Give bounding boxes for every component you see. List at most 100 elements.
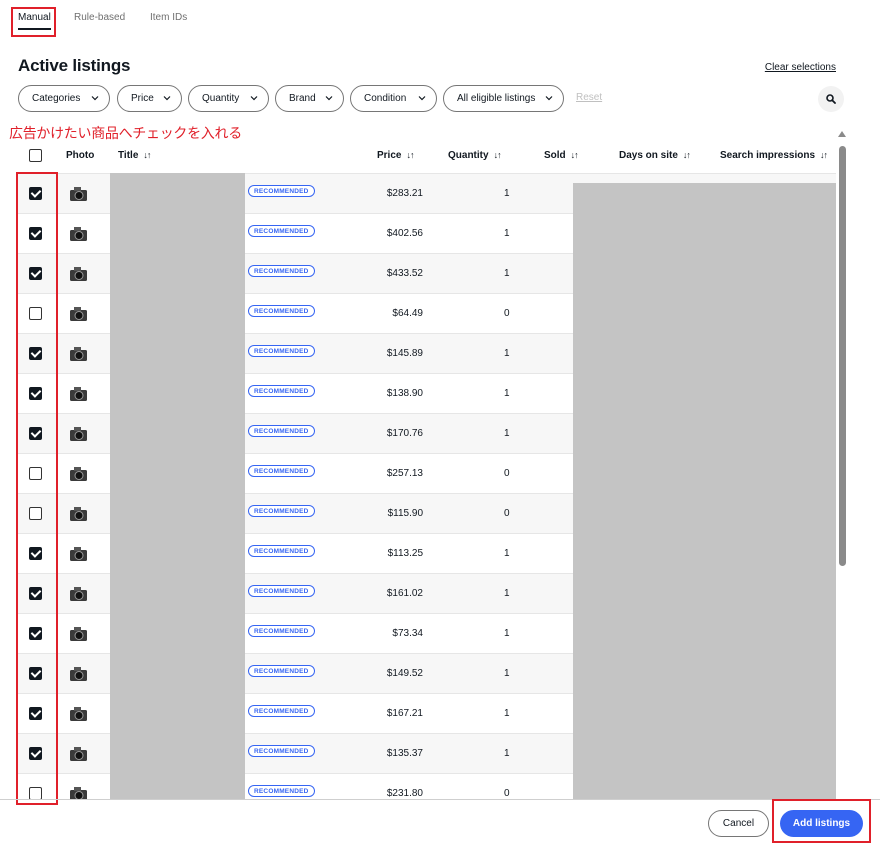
annotation-text: 広告かけたい商品へチェックを入れる (9, 126, 242, 142)
row-price: $433.52 (386, 268, 423, 279)
column-price-label: Price (377, 150, 402, 161)
row-checkbox[interactable] (29, 667, 42, 680)
recommended-badge: RECOMMENDED (248, 585, 315, 597)
select-all-checkbox[interactable] (29, 149, 42, 162)
camera-icon (70, 747, 87, 761)
row-price: $149.52 (386, 668, 423, 679)
row-checkbox[interactable] (29, 467, 42, 480)
tab-rule-based[interactable]: Rule-based (74, 12, 125, 23)
row-price: $73.34 (392, 628, 423, 639)
camera-icon (70, 187, 87, 201)
row-price: $231.80 (386, 788, 423, 799)
camera-icon (70, 507, 87, 521)
row-checkbox[interactable] (29, 267, 42, 280)
filter-categories[interactable]: Categories (18, 85, 110, 112)
recommended-badge: RECOMMENDED (248, 265, 315, 277)
filter-label: Categories (32, 93, 81, 104)
row-checkbox[interactable] (29, 227, 42, 240)
sort-icon: ↓↑ (493, 150, 502, 160)
recommended-badge: RECOMMENDED (248, 665, 315, 677)
row-quantity: 0 (504, 788, 510, 799)
recommended-badge: RECOMMENDED (248, 785, 315, 797)
row-checkbox[interactable] (29, 427, 42, 440)
row-checkbox[interactable] (29, 507, 42, 520)
chevron-down-icon (163, 96, 171, 101)
row-price: $135.37 (386, 748, 423, 759)
cancel-button[interactable]: Cancel (708, 810, 769, 837)
row-checkbox[interactable] (29, 187, 42, 200)
row-checkbox[interactable] (29, 747, 42, 760)
redacted-metrics-area (573, 183, 836, 800)
row-quantity: 1 (504, 748, 510, 759)
search-icon (826, 94, 836, 104)
filter-all-eligible-listings[interactable]: All eligible listings (443, 85, 564, 112)
recommended-badge: RECOMMENDED (248, 505, 315, 517)
filter-label: Quantity (202, 93, 240, 104)
camera-icon (70, 267, 87, 281)
column-days-on-site-label: Days on site (619, 150, 678, 161)
row-quantity: 1 (504, 428, 510, 439)
recommended-badge: RECOMMENDED (248, 745, 315, 757)
row-checkbox[interactable] (29, 307, 42, 320)
row-quantity: 1 (504, 708, 510, 719)
row-price: $402.56 (386, 228, 423, 239)
row-checkbox[interactable] (29, 347, 42, 360)
camera-icon (70, 547, 87, 561)
recommended-badge: RECOMMENDED (248, 465, 315, 477)
row-price: $145.89 (386, 348, 423, 359)
column-price[interactable]: Price ↓↑ (377, 150, 414, 161)
camera-icon (70, 627, 87, 641)
chevron-down-icon (91, 96, 99, 101)
table-header: Photo Title ↓↑ Price ↓↑ Quantity ↓↑ Sold ↓↑ … (18, 143, 836, 171)
chevron-down-icon (418, 96, 426, 101)
column-quantity[interactable]: Quantity ↓↑ (448, 150, 502, 161)
page-title: Active listings (18, 56, 131, 75)
filter-price[interactable]: Price (117, 85, 182, 112)
row-quantity: 1 (504, 388, 510, 399)
row-price: $161.02 (386, 588, 423, 599)
sort-icon: ↓↑ (406, 150, 414, 160)
row-checkbox[interactable] (29, 587, 42, 600)
tab-manual[interactable]: Manual (18, 12, 51, 23)
recommended-badge: RECOMMENDED (248, 345, 315, 357)
scroll-up-arrow[interactable] (838, 131, 846, 137)
column-title[interactable]: Title ↓↑ (118, 150, 151, 161)
tab-bar: Manual Rule-based Item IDs (0, 0, 880, 40)
recommended-badge: RECOMMENDED (248, 545, 315, 557)
row-quantity: 1 (504, 228, 510, 239)
column-title-label: Title (118, 150, 139, 161)
filter-brand[interactable]: Brand (275, 85, 344, 112)
chevron-down-icon (325, 96, 333, 101)
camera-icon (70, 387, 87, 401)
row-checkbox[interactable] (29, 387, 42, 400)
column-days-on-site[interactable]: Days on site ↓↑ (619, 150, 691, 161)
recommended-badge: RECOMMENDED (248, 625, 315, 637)
row-quantity: 1 (504, 348, 510, 359)
reset-link[interactable]: Reset (576, 92, 602, 103)
search-button[interactable] (818, 86, 844, 112)
sort-icon: ↓↑ (682, 150, 691, 160)
row-price: $257.13 (386, 468, 423, 479)
filter-quantity[interactable]: Quantity (188, 85, 269, 112)
camera-icon (70, 427, 87, 441)
clear-selections-link[interactable]: Clear selections (765, 62, 836, 73)
row-checkbox[interactable] (29, 707, 42, 720)
row-price: $283.21 (386, 188, 423, 199)
row-quantity: 1 (504, 548, 510, 559)
filter-label: Brand (289, 93, 316, 104)
sort-icon: ↓↑ (820, 150, 828, 160)
add-listings-button[interactable]: Add listings (780, 810, 863, 837)
row-checkbox[interactable] (29, 627, 42, 640)
tab-item-ids[interactable]: Item IDs (150, 12, 187, 23)
camera-icon (70, 587, 87, 601)
row-quantity: 1 (504, 668, 510, 679)
recommended-badge: RECOMMENDED (248, 225, 315, 237)
camera-icon (70, 347, 87, 361)
filter-condition[interactable]: Condition (350, 85, 437, 112)
column-search-impressions[interactable]: Search impressions ↓↑ (720, 150, 828, 161)
row-checkbox[interactable] (29, 547, 42, 560)
row-quantity: 1 (504, 588, 510, 599)
camera-icon (70, 227, 87, 241)
scrollbar-thumb[interactable] (839, 146, 846, 566)
column-sold[interactable]: Sold ↓↑ (544, 150, 579, 161)
